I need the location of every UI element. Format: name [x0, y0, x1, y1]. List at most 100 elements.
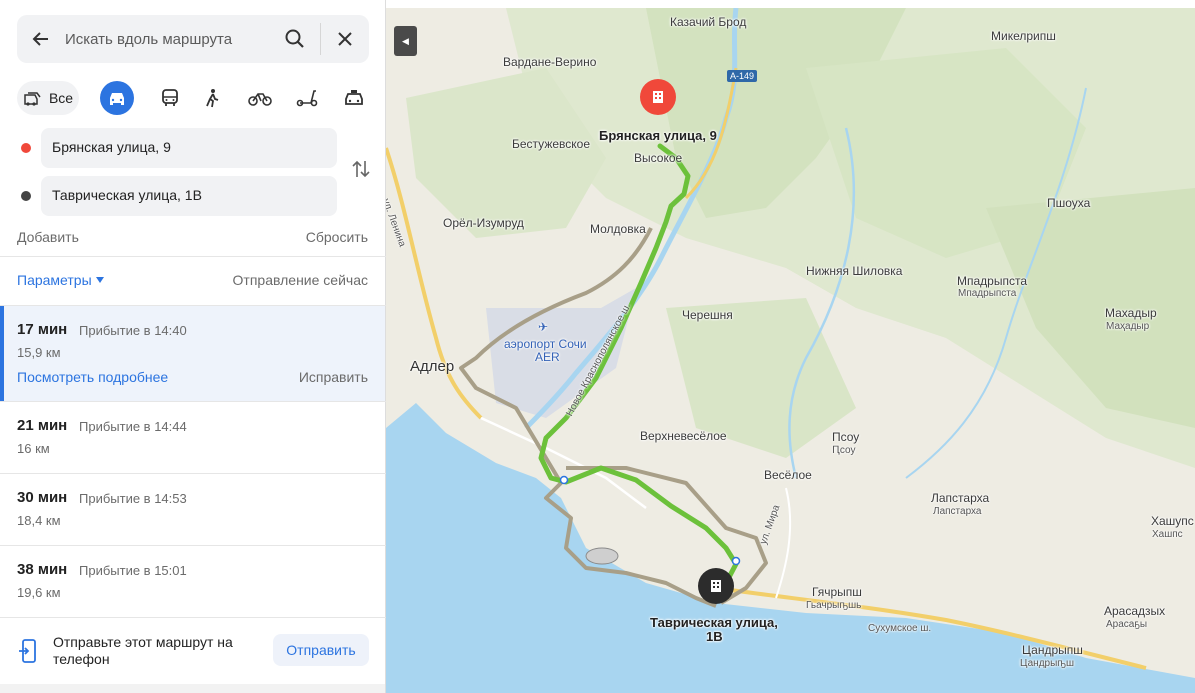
map-label: Арасадзых — [1104, 604, 1166, 618]
mode-all-button[interactable]: Все — [17, 81, 79, 115]
from-field[interactable]: Брянская улица, 9 — [41, 128, 337, 168]
map-label: Пшоуха — [1047, 196, 1091, 210]
mode-taxi-button[interactable] — [337, 81, 371, 115]
search-input[interactable] — [65, 28, 275, 50]
map-label: Высокое — [634, 151, 683, 165]
chevron-down-icon — [95, 277, 104, 283]
map-label: Мпадрыпста — [957, 274, 1028, 288]
map-label: Гьачрыҧшь — [806, 600, 862, 611]
to-field[interactable]: Таврическая улица, 1В — [41, 176, 337, 216]
parameters-button[interactable]: Параметры — [17, 272, 104, 288]
mode-car-button[interactable] — [100, 81, 134, 115]
street-label: Сухумское ш. — [868, 623, 932, 634]
map-label: Псоу — [832, 430, 860, 444]
search-bar — [17, 15, 369, 63]
panel-footer — [0, 684, 385, 693]
bus-icon — [162, 89, 178, 106]
route-distance: 19,6 км — [17, 585, 61, 600]
airport-icon: ✈ — [538, 320, 549, 334]
map-label: Микелрипш — [991, 29, 1056, 43]
map-label: Бестужевское — [512, 137, 590, 151]
map-label: Маҳадыр — [1106, 321, 1150, 332]
airport-label: аэропорт Сочи — [504, 337, 587, 351]
transport-modes: Все — [17, 81, 371, 115]
route-distance: 16 км — [17, 441, 50, 456]
end-marker[interactable] — [698, 568, 734, 604]
end-label: 1В — [706, 629, 723, 644]
map-label: Цандрыҧш — [1020, 658, 1075, 669]
map-label: Весёлое — [764, 468, 812, 482]
end-dot-icon — [21, 191, 31, 201]
map-label: Ԥсоу — [832, 445, 856, 456]
mode-walk-button[interactable] — [195, 81, 229, 115]
map-label: Лапстарха — [933, 506, 982, 517]
mode-all-label: Все — [48, 90, 74, 106]
route-duration: 38 мин — [17, 561, 68, 578]
start-marker[interactable] — [640, 79, 676, 115]
route-panel: Все Брянская улица, 9 Таврическая улица,… — [0, 0, 386, 693]
city-label: Адлер — [410, 358, 455, 375]
map-label: Нижняя Шиловка — [806, 264, 903, 278]
phone-icon — [19, 639, 36, 663]
building-icon — [653, 91, 663, 103]
close-icon[interactable] — [333, 27, 357, 51]
car-icon — [110, 93, 124, 105]
parameters-label: Параметры — [17, 272, 92, 288]
divider — [320, 23, 321, 55]
route-option[interactable]: 17 мин Прибытие в 14:40 15,9 км Посмотре… — [0, 306, 385, 401]
taxi-icon — [345, 90, 363, 105]
map-label: Молдовка — [590, 222, 646, 236]
map-label: Черешня — [682, 308, 733, 322]
swap-icon[interactable] — [350, 157, 372, 181]
route-option[interactable]: 38 мин Прибытие в 15:01 19,6 км — [0, 546, 385, 617]
start-label: Брянская улица, 9 — [599, 128, 717, 143]
all-modes-icon — [24, 92, 41, 106]
scooter-icon — [296, 90, 318, 107]
route-option[interactable]: 21 мин Прибытие в 14:44 16 км — [0, 402, 385, 473]
map-label: Верхневесёлое — [640, 429, 727, 443]
route-duration: 21 мин — [17, 417, 68, 434]
send-text: Отправьте этот маршрут на телефон — [53, 634, 233, 667]
map-label: Казачий Брод — [670, 15, 747, 29]
map-label: Хашпс — [1152, 529, 1183, 540]
map-label: Гячрыпш — [812, 585, 862, 599]
route-distance: 15,9 км — [17, 345, 61, 360]
send-to-phone: Отправьте этот маршрут на телефон Отправ… — [0, 618, 385, 684]
mode-transit-button[interactable] — [153, 81, 187, 115]
route-distance: 18,4 км — [17, 513, 61, 528]
end-label: Таврическая улица, — [650, 615, 778, 630]
collapse-panel-button[interactable]: ◀ — [394, 26, 417, 56]
search-icon[interactable] — [283, 27, 307, 51]
send-button[interactable]: Отправить — [273, 634, 369, 666]
map-label: Вардане-Верино — [503, 55, 597, 69]
map-view[interactable]: ◀ А-149 ✈ Казачий Брод Микелрипш Вардане… — [386, 8, 1195, 693]
route-arrival: Прибытие в 14:40 — [79, 323, 187, 338]
road-badge: А-149 — [727, 70, 758, 82]
route-arrival: Прибытие в 14:44 — [79, 419, 187, 434]
map-label: Хашупс — [1151, 514, 1194, 528]
add-point-button[interactable]: Добавить — [17, 229, 79, 245]
route-duration: 17 мин — [17, 321, 68, 338]
bicycle-icon — [248, 93, 272, 106]
back-arrow-icon[interactable] — [29, 27, 53, 51]
map-label: Мпадрыпста — [958, 288, 1017, 299]
map-label: Лапстарха — [931, 491, 990, 505]
route-option[interactable]: 30 мин Прибытие в 14:53 18,4 км — [0, 474, 385, 545]
route-point-from: Брянская улица, 9 — [17, 128, 337, 168]
route-point-to: Таврическая улица, 1В — [17, 176, 337, 216]
walk-icon — [206, 89, 219, 108]
airport-code: AER — [535, 350, 560, 364]
divider — [0, 256, 386, 257]
departure-time-button[interactable]: Отправление сейчас — [233, 272, 368, 288]
route-details-link[interactable]: Посмотреть подробнее — [17, 369, 168, 385]
mode-bike-button[interactable] — [243, 81, 277, 115]
map-label: Махадыр — [1105, 306, 1157, 320]
mode-scooter-button[interactable] — [290, 81, 324, 115]
route-arrival: Прибытие в 14:53 — [79, 491, 187, 506]
route-fix-link[interactable]: Исправить — [299, 369, 368, 385]
map-label: Орёл-Изумруд — [443, 216, 524, 230]
start-dot-icon — [21, 143, 31, 153]
route-duration: 30 мин — [17, 489, 68, 506]
reset-button[interactable]: Сбросить — [306, 229, 368, 245]
building-icon — [711, 580, 721, 592]
